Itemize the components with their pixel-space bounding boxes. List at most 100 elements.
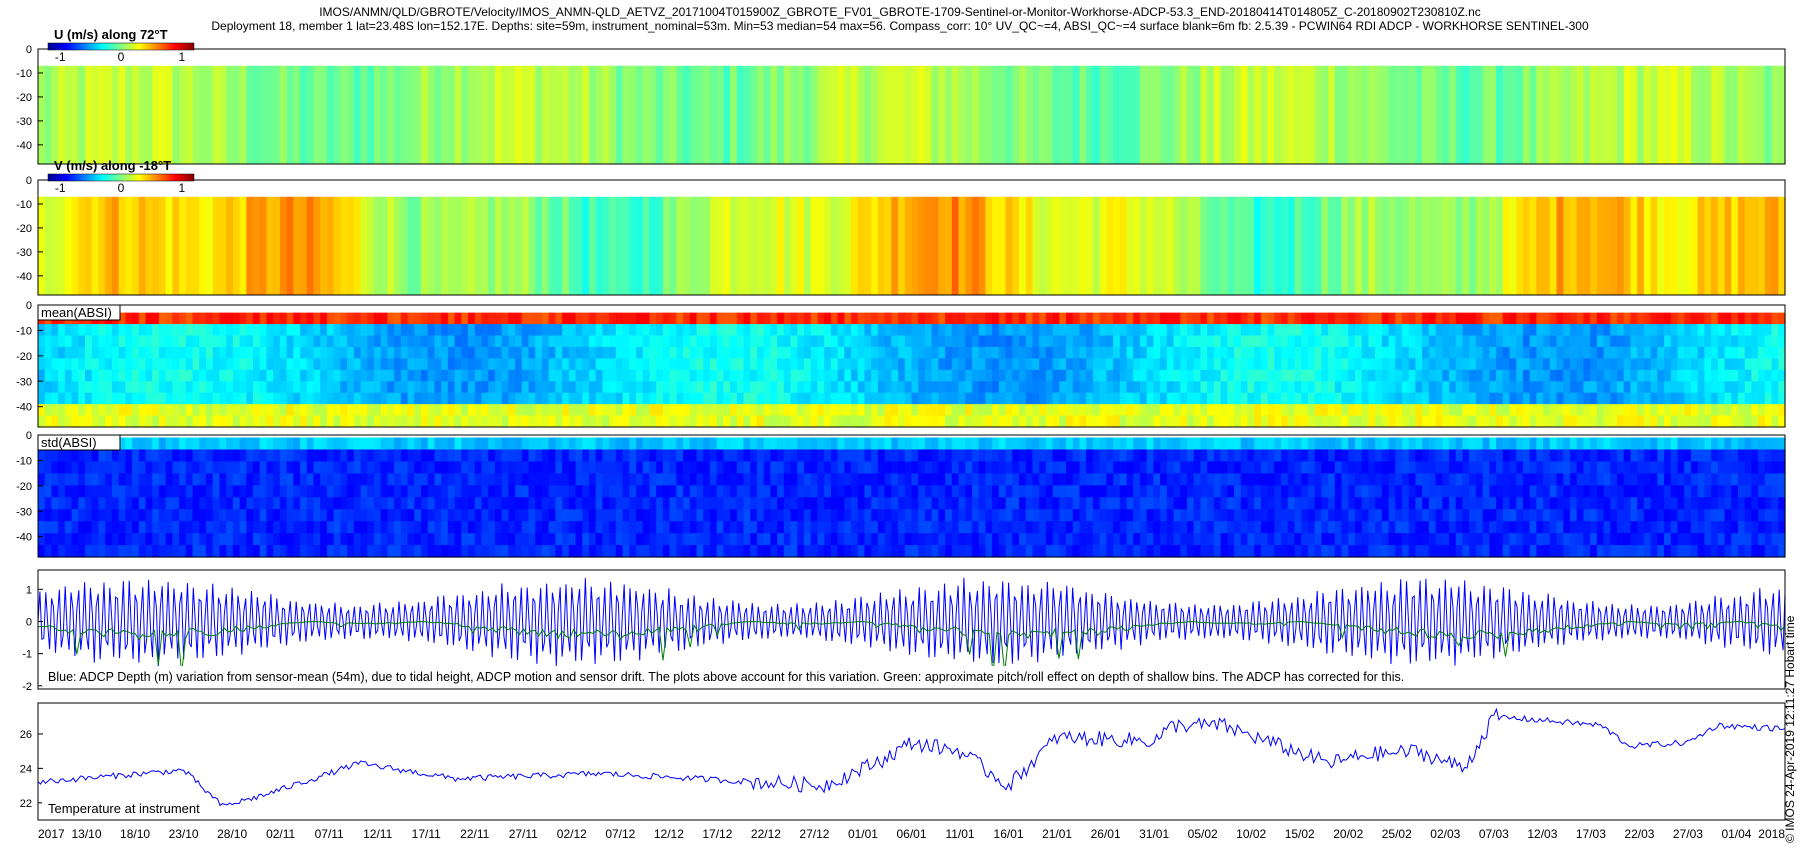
heatmap-cell bbox=[1079, 346, 1087, 359]
heatmap-cell bbox=[259, 437, 268, 451]
heatmap-cell bbox=[1032, 381, 1040, 394]
heatmap-cell bbox=[582, 473, 590, 486]
heatmap-cell bbox=[783, 196, 792, 295]
heatmap-cell bbox=[1764, 392, 1773, 405]
heatmap-cell bbox=[1395, 324, 1403, 337]
heatmap-cell bbox=[541, 392, 550, 405]
heatmap-cell bbox=[575, 509, 583, 522]
heatmap-cell bbox=[1408, 381, 1417, 394]
heatmap-cell bbox=[394, 358, 402, 371]
heatmap-cell bbox=[756, 545, 765, 558]
heatmap-cell bbox=[172, 485, 180, 498]
heatmap-cell bbox=[703, 369, 711, 382]
heatmap-cell bbox=[1173, 346, 1181, 359]
heatmap-cell bbox=[1475, 369, 1484, 382]
heatmap-cell bbox=[78, 533, 86, 546]
heatmap-cell bbox=[1045, 381, 1054, 394]
heatmap-cell bbox=[1422, 335, 1430, 348]
heatmap-cell bbox=[1086, 335, 1094, 348]
heatmap-cell bbox=[871, 196, 879, 295]
heatmap-cell bbox=[293, 404, 301, 417]
heatmap-cell bbox=[756, 437, 765, 451]
heatmap-cell bbox=[703, 335, 711, 348]
heatmap-cell bbox=[837, 346, 845, 359]
heatmap-cell bbox=[293, 358, 301, 371]
heatmap-cell bbox=[165, 449, 173, 463]
heatmap-cell bbox=[736, 404, 745, 417]
heatmap-cell bbox=[1563, 369, 1571, 382]
heatmap-cell bbox=[568, 485, 577, 498]
heatmap-cell bbox=[864, 65, 872, 164]
heatmap-cell bbox=[1737, 346, 1746, 359]
heatmap-cell bbox=[709, 449, 718, 463]
heatmap-cell bbox=[488, 324, 496, 337]
heatmap-cell bbox=[1637, 358, 1645, 371]
heatmap-cell bbox=[1260, 324, 1269, 337]
heatmap-cell bbox=[1133, 533, 1141, 546]
heatmap-cell bbox=[1603, 346, 1611, 359]
heatmap-cell bbox=[125, 461, 133, 474]
heatmap-cell bbox=[595, 404, 604, 417]
heatmap-cell bbox=[615, 381, 624, 394]
heatmap-cell bbox=[689, 369, 698, 382]
heatmap-cell bbox=[797, 485, 805, 498]
heatmap-cell bbox=[78, 369, 86, 382]
heatmap-cell bbox=[239, 449, 247, 463]
heatmap-cell bbox=[239, 358, 247, 371]
heatmap-cell bbox=[918, 497, 926, 510]
heatmap-cell bbox=[763, 324, 771, 337]
heatmap-cell bbox=[494, 324, 503, 337]
heatmap-cell bbox=[1596, 335, 1605, 348]
heatmap-cell bbox=[1113, 358, 1121, 371]
heatmap-cell bbox=[1039, 358, 1047, 371]
heatmap-cell bbox=[64, 449, 73, 463]
heatmap-cell bbox=[938, 509, 946, 522]
heatmap-cell bbox=[199, 346, 207, 359]
heatmap-cell bbox=[508, 369, 516, 382]
heatmap-cell bbox=[367, 65, 375, 164]
heatmap-cell bbox=[1415, 358, 1423, 371]
heatmap-cell bbox=[468, 509, 476, 522]
heatmap-cell bbox=[447, 533, 456, 546]
heatmap-cell bbox=[481, 335, 489, 348]
heatmap-cell bbox=[1670, 369, 1679, 382]
heatmap-cell bbox=[662, 335, 671, 348]
heatmap-cell bbox=[1563, 346, 1571, 359]
heatmap-cell bbox=[1563, 358, 1571, 371]
heatmap-cell bbox=[642, 485, 651, 498]
heatmap-cell bbox=[1019, 545, 1027, 558]
heatmap-cell bbox=[179, 369, 187, 382]
heatmap-cell bbox=[1254, 196, 1262, 295]
heatmap-cell bbox=[797, 65, 805, 164]
heatmap-cell bbox=[279, 358, 288, 371]
heatmap-cell bbox=[373, 346, 382, 359]
heatmap-cell bbox=[152, 312, 160, 325]
heatmap-cell bbox=[1146, 381, 1154, 394]
heatmap-cell bbox=[609, 461, 617, 474]
heatmap-cell bbox=[904, 533, 913, 546]
heatmap-cell bbox=[125, 509, 133, 522]
heatmap-cell bbox=[313, 65, 321, 164]
heatmap-cell bbox=[1247, 392, 1255, 405]
heatmap-cell bbox=[1697, 196, 1705, 295]
heatmap-cell bbox=[1166, 485, 1175, 498]
heatmap-cell bbox=[1711, 392, 1719, 405]
heatmap-cell bbox=[1072, 461, 1081, 474]
heatmap-cell bbox=[172, 346, 180, 359]
heatmap-cell bbox=[508, 449, 516, 463]
heatmap-cell bbox=[750, 509, 758, 522]
heatmap-cell bbox=[904, 392, 913, 405]
heatmap-cell bbox=[985, 358, 993, 371]
heatmap-cell bbox=[945, 346, 953, 359]
heatmap-cell bbox=[898, 65, 906, 164]
heatmap-cell bbox=[246, 335, 254, 348]
heatmap-cell bbox=[1428, 346, 1437, 359]
heatmap-cell bbox=[676, 346, 684, 359]
heatmap-cell bbox=[1012, 358, 1020, 371]
heatmap-cell bbox=[1092, 392, 1101, 405]
heatmap-cell bbox=[1139, 485, 1148, 498]
heatmap-cell bbox=[911, 196, 919, 295]
heatmap-cell bbox=[1180, 449, 1188, 463]
heatmap-cell bbox=[541, 196, 550, 295]
heatmap-cell bbox=[1146, 324, 1154, 337]
